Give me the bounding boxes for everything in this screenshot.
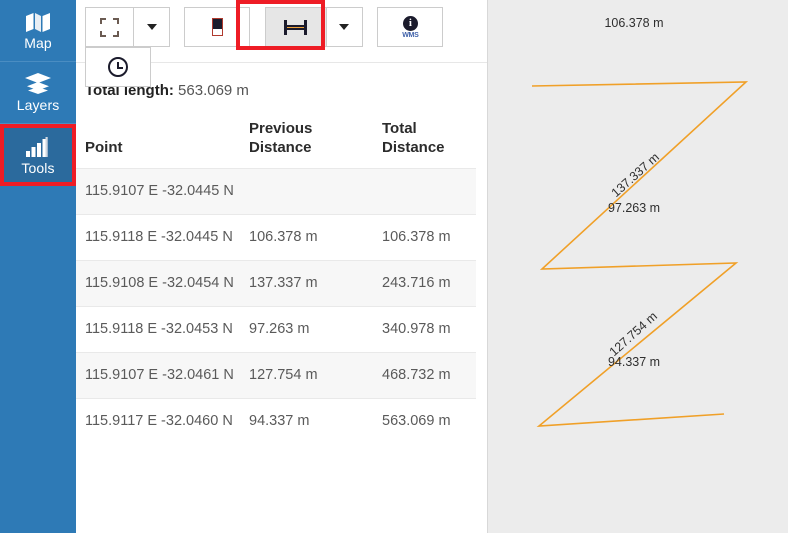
layers-icon — [25, 72, 51, 94]
legend-button-group — [184, 7, 251, 47]
sidebar-item-label: Map — [24, 35, 52, 51]
column-header-previous-line1: Previous — [249, 120, 313, 137]
column-header-total-distance: Total Distance — [373, 119, 476, 169]
tools-panel: i WMS Total length: 563.069 m Point Prev… — [76, 0, 488, 533]
sidebar-item-layers[interactable]: Layers — [0, 62, 76, 124]
cell-total-distance: 563.069 m — [373, 398, 476, 444]
tools-toolbar: i WMS — [76, 0, 487, 87]
time-button[interactable] — [85, 47, 151, 87]
cell-total-distance — [373, 168, 476, 215]
measure-distance-button[interactable] — [264, 7, 327, 47]
table-header-row: Point Previous Distance Total Distance — [76, 119, 476, 169]
cell-previous-distance: 106.378 m — [240, 214, 373, 261]
sidebar-filler — [0, 186, 76, 533]
table-row[interactable]: 115.9107 E -32.0461 N 127.754 m 468.732 … — [76, 352, 476, 399]
time-button-group — [85, 47, 151, 87]
column-header-previous-line2: Distance — [249, 139, 312, 156]
segment-label-5: 94.337 m — [608, 355, 660, 369]
cell-previous-distance: 127.754 m — [240, 352, 373, 399]
cell-point: 115.9118 E -32.0445 N — [76, 214, 240, 261]
chart-bars-icon — [25, 135, 51, 157]
clock-icon — [108, 57, 128, 77]
cell-point: 115.9107 E -32.0461 N — [76, 352, 240, 399]
select-dropdown-button[interactable] — [134, 7, 170, 47]
table-row[interactable]: 115.9117 E -32.0460 N 94.337 m 563.069 m — [76, 398, 476, 444]
map-icon — [25, 10, 51, 32]
cell-previous-distance — [240, 168, 373, 215]
segment-label-1: 106.378 m — [604, 16, 663, 30]
column-header-total-line2: Distance — [382, 139, 445, 156]
measure-overlay: 106.378 m 137.337 m 97.263 m 127.754 m 9… — [531, 16, 749, 427]
panel-scrollbar[interactable] — [484, 63, 487, 533]
wms-label: WMS — [402, 31, 419, 39]
column-header-point: Point — [76, 119, 240, 169]
table-row[interactable]: 115.9108 E -32.0454 N 137.337 m 243.716 … — [76, 260, 476, 307]
cell-point: 115.9117 E -32.0460 N — [76, 398, 240, 444]
segment-label-2: 137.337 m — [609, 150, 662, 200]
table-row[interactable]: 115.9118 E -32.0453 N 97.263 m 340.978 m — [76, 306, 476, 353]
column-header-previous-distance: Previous Distance — [240, 119, 373, 169]
cell-previous-distance: 94.337 m — [240, 398, 373, 444]
cell-previous-distance: 137.337 m — [240, 260, 373, 307]
cell-previous-distance: 97.263 m — [240, 306, 373, 353]
column-header-total-line1: Total — [382, 120, 417, 137]
legend-button[interactable] — [184, 7, 251, 47]
measure-points-table: Point Previous Distance Total Distance 1… — [76, 119, 476, 444]
cell-total-distance: 243.716 m — [373, 260, 476, 307]
segment-label-3: 97.263 m — [608, 201, 660, 215]
sidebar-item-tools[interactable]: Tools — [0, 124, 76, 186]
info-wms-icon: i WMS — [402, 15, 419, 39]
measure-button-group — [264, 7, 363, 47]
cell-point: 115.9118 E -32.0453 N — [76, 306, 240, 353]
legend-icon — [211, 18, 223, 36]
application-window: Map Layers Tools i WMS Total length: 563… — [0, 0, 788, 533]
dashed-rectangle-icon — [100, 17, 119, 37]
chevron-down-icon — [146, 24, 157, 30]
column-header-point-line2: Point — [85, 139, 123, 156]
wms-info-button[interactable]: i WMS — [377, 7, 444, 47]
chevron-down-icon — [339, 24, 350, 30]
left-sidebar: Map Layers Tools — [0, 0, 76, 533]
info-glyph: i — [402, 15, 418, 31]
table-row[interactable]: 115.9107 E -32.0445 N — [76, 168, 476, 215]
measure-polyline — [531, 81, 749, 427]
select-rectangle-button[interactable] — [85, 7, 134, 47]
ruler-icon — [284, 19, 308, 35]
map-canvas[interactable]: 106.378 m 137.337 m 97.263 m 127.754 m 9… — [488, 0, 788, 533]
sidebar-item-label: Layers — [16, 97, 60, 113]
cell-point: 115.9107 E -32.0445 N — [76, 168, 240, 215]
wms-button-group: i WMS — [377, 7, 444, 47]
segment-label-4: 127.754 m — [607, 309, 660, 359]
cell-total-distance: 468.732 m — [373, 352, 476, 399]
sidebar-item-label: Tools — [21, 159, 55, 176]
cell-total-distance: 340.978 m — [373, 306, 476, 353]
cell-total-distance: 106.378 m — [373, 214, 476, 261]
cell-point: 115.9108 E -32.0454 N — [76, 260, 240, 307]
total-length-value: 563.069 m — [178, 82, 249, 99]
sidebar-item-map[interactable]: Map — [0, 0, 76, 62]
measure-dropdown-button[interactable] — [326, 7, 363, 47]
select-button-group — [85, 7, 170, 47]
measure-results: Total length: 563.069 m Point Previous D… — [76, 63, 487, 533]
table-row[interactable]: 115.9118 E -32.0445 N 106.378 m 106.378 … — [76, 214, 476, 261]
